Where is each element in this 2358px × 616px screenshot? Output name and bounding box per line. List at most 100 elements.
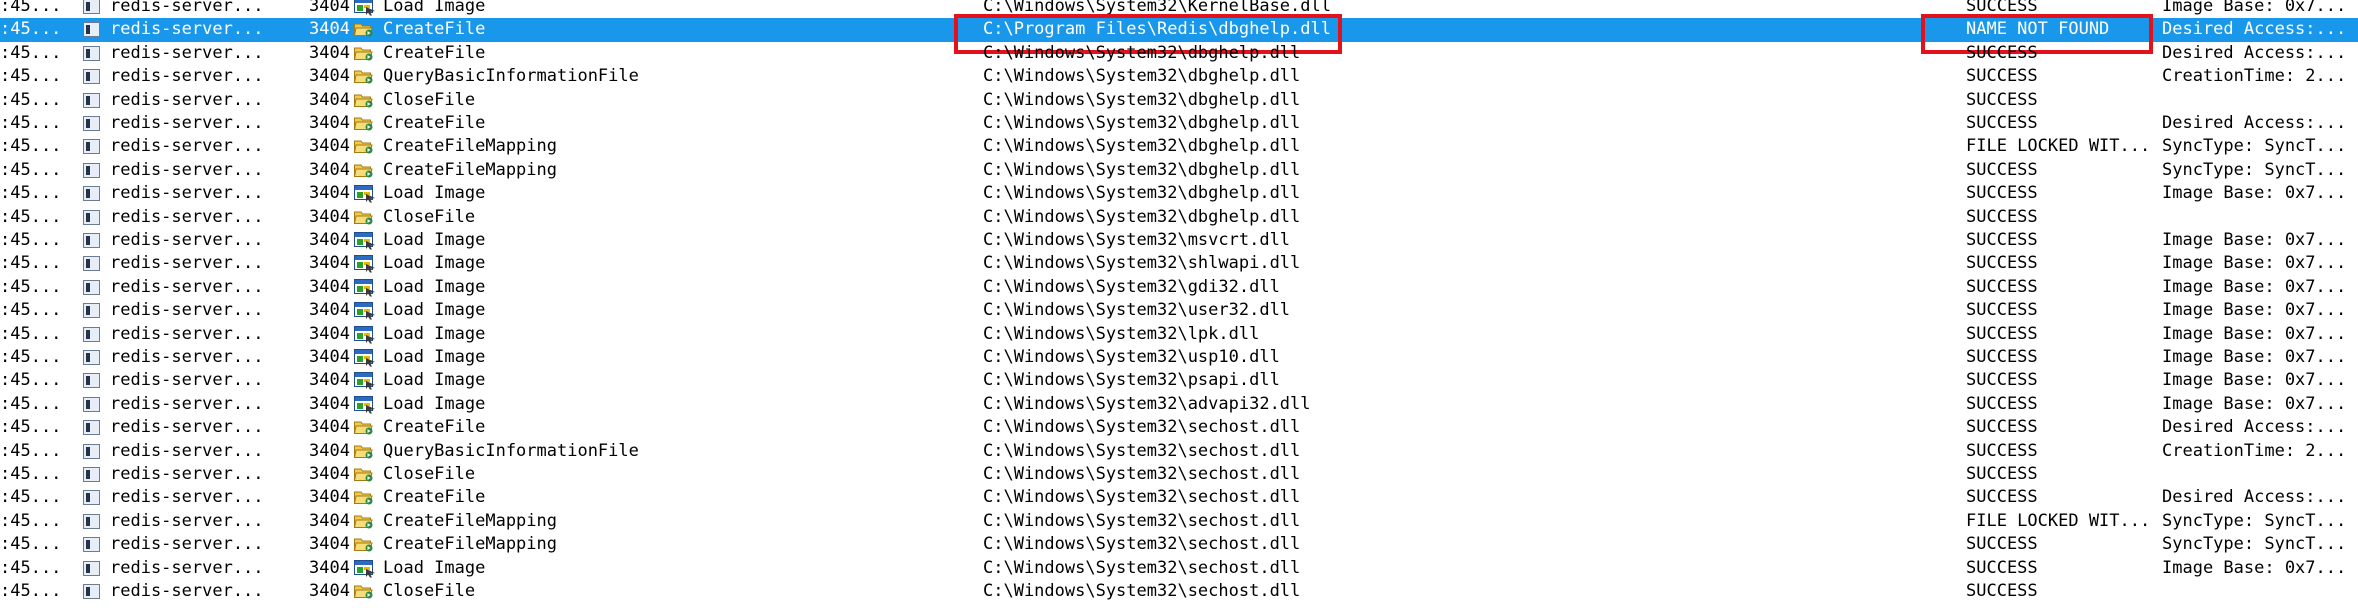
table-row[interactable]: :45... redis-server... 3404 Load Image C:\Wi… <box>0 346 2358 369</box>
process-icon <box>80 112 106 135</box>
pid-cell: 3404 <box>309 557 350 578</box>
pid-cell: 3404 <box>309 487 350 508</box>
file-system-icon <box>352 440 378 463</box>
process-icon <box>80 393 106 416</box>
process-name-cell: redis-server... <box>110 347 264 367</box>
path-cell: C:\Windows\System32\usp10.dll <box>983 347 1280 367</box>
table-row[interactable]: :45... redis-server... 3404 Load Image C:\Wi… <box>0 229 2358 252</box>
event-list[interactable]: :45... redis-server... 3404 Load Image C:\Wi… <box>0 0 2358 616</box>
process-icon <box>80 369 106 392</box>
detail-cell <box>2162 463 2358 486</box>
process-name-cell: redis-server... <box>110 534 264 555</box>
path-cell: C:\Windows\System32\sechost.dll <box>983 417 1301 438</box>
path-cell: C:\Windows\System32\psapi.dll <box>983 370 1280 391</box>
load-image-icon <box>352 323 378 346</box>
load-image-icon <box>352 393 378 416</box>
load-image-icon <box>352 0 378 18</box>
path-cell: C:\Windows\System32\dbghelp.dll <box>983 113 1301 133</box>
file-system-icon <box>352 112 378 135</box>
result-cell: SUCCESS <box>1966 0 2038 16</box>
file-system-icon <box>352 580 378 603</box>
path-cell: C:\Windows\System32\sechost.dll <box>983 510 1301 531</box>
table-row[interactable]: :45... redis-server... 3404 Load Image C:\Wi… <box>0 252 2358 275</box>
table-row[interactable]: :45... redis-server... 3404 CreateFileMappi… <box>0 510 2358 533</box>
process-icon <box>80 206 106 229</box>
result-cell: SUCCESS <box>1966 42 2038 63</box>
table-row[interactable]: :45... redis-server... 3404 Load Image C:\Wi… <box>0 557 2358 580</box>
time-cell: :45... <box>0 300 62 321</box>
detail-cell: Image Base: 0x7... <box>2162 0 2347 16</box>
table-row[interactable]: :45... redis-server... 3404 Load Image C:\Wi… <box>0 276 2358 299</box>
table-row-selected[interactable]: :45... redis-server... 3404 CreateFile C:\Pr… <box>0 18 2358 42</box>
path-cell: C:\Windows\System32\msvcrt.dll <box>983 230 1291 250</box>
time-cell: :45... <box>0 323 62 344</box>
operation-cell: CloseFile <box>383 464 476 484</box>
pid-cell: 3404 <box>309 370 350 391</box>
time-cell: :45... <box>0 183 62 204</box>
operation-cell: QueryBasicInformationFile <box>383 66 639 87</box>
result-cell: SUCCESS <box>1966 113 2038 133</box>
table-row[interactable]: :45... redis-server... 3404 CreateFileMappi… <box>0 159 2358 182</box>
table-row[interactable]: :45... redis-server... 3404 CreateFileMappi… <box>0 533 2358 556</box>
table-row[interactable]: :45... redis-server... 3404 CloseFile C:\Win… <box>0 89 2358 112</box>
path-cell: C:\Windows\System32\dbghelp.dll <box>983 42 1301 63</box>
table-row[interactable]: :45... redis-server... 3404 Load Image C:\Wi… <box>0 393 2358 416</box>
detail-cell: Image Base: 0x7... <box>2162 253 2347 274</box>
table-row[interactable]: :45... redis-server... 3404 CreateFile C:\Wi… <box>0 42 2358 65</box>
operation-cell: Load Image <box>383 253 486 274</box>
path-cell: C:\Windows\System32\sechost.dll <box>983 440 1301 461</box>
detail-cell: CreationTime: 2... <box>2162 440 2347 461</box>
process-icon <box>80 463 106 486</box>
load-image-icon <box>352 182 378 205</box>
path-cell: C:\Windows\System32\dbghelp.dll <box>983 136 1301 157</box>
pid-cell: 3404 <box>309 347 350 367</box>
process-name-cell: redis-server... <box>110 300 264 321</box>
result-cell: SUCCESS <box>1966 300 2038 321</box>
process-name-cell: redis-server... <box>110 510 264 531</box>
table-row[interactable]: :45... redis-server... 3404 Load Image C:\Wi… <box>0 369 2358 392</box>
detail-cell: Image Base: 0x7... <box>2162 276 2347 297</box>
table-row[interactable]: :45... redis-server... 3404 QueryBasicInfor… <box>0 65 2358 88</box>
table-row[interactable]: :45... redis-server... 3404 QueryBasicInfor… <box>0 440 2358 463</box>
path-cell: C:\Windows\System32\sechost.dll <box>983 557 1301 578</box>
result-cell: SUCCESS <box>1966 253 2038 274</box>
process-name-cell: redis-server... <box>110 136 264 157</box>
pid-cell: 3404 <box>309 183 350 204</box>
result-cell: SUCCESS <box>1966 370 2038 391</box>
result-cell: SUCCESS <box>1966 581 2038 601</box>
table-row[interactable]: :45... redis-server... 3404 Load Image C:\Wi… <box>0 182 2358 205</box>
operation-cell: Load Image <box>383 230 486 250</box>
table-row[interactable]: :45... redis-server... 3404 CloseFile C:\Win… <box>0 206 2358 229</box>
table-row[interactable]: :45... redis-server... 3404 Load Image C:\Wi… <box>0 299 2358 322</box>
table-row[interactable]: :45... redis-server... 3404 Load Image C:\Wi… <box>0 0 2358 18</box>
result-cell: SUCCESS <box>1966 323 2038 344</box>
load-image-icon <box>352 299 378 322</box>
process-name-cell: redis-server... <box>110 487 264 508</box>
path-cell: C:\Program Files\Redis\dbghelp.dll <box>983 19 1331 40</box>
detail-cell: SyncType: SyncT... <box>2162 136 2347 157</box>
time-cell: :45... <box>0 393 62 414</box>
table-row[interactable]: :45... redis-server... 3404 Load Image C:\Wi… <box>0 323 2358 346</box>
pid-cell: 3404 <box>309 113 350 133</box>
result-cell: SUCCESS <box>1966 534 2038 555</box>
table-row[interactable]: :45... redis-server... 3404 CreateFile C:\Wi… <box>0 486 2358 509</box>
path-cell: C:\Windows\System32\dbghelp.dll <box>983 89 1301 110</box>
load-image-icon <box>352 557 378 580</box>
table-row[interactable]: :45... redis-server... 3404 CloseFile C:\Win… <box>0 580 2358 603</box>
pid-cell: 3404 <box>309 393 350 414</box>
table-row[interactable]: :45... redis-server... 3404 CreateFile C:\Wi… <box>0 112 2358 135</box>
pid-cell: 3404 <box>309 19 350 40</box>
process-name-cell: redis-server... <box>110 0 264 16</box>
path-cell: C:\Windows\System32\dbghelp.dll <box>983 159 1301 180</box>
table-row[interactable]: :45... redis-server... 3404 CreateFileMappi… <box>0 135 2358 158</box>
detail-cell <box>2162 89 2358 112</box>
process-icon <box>80 135 106 158</box>
process-icon <box>80 229 106 252</box>
pid-cell: 3404 <box>309 417 350 438</box>
operation-cell: Load Image <box>383 393 486 414</box>
table-row[interactable]: :45... redis-server... 3404 CreateFile C:\Wi… <box>0 416 2358 439</box>
process-icon <box>80 533 106 556</box>
table-row[interactable]: :45... redis-server... 3404 CloseFile C:\Win… <box>0 463 2358 486</box>
result-cell: SUCCESS <box>1966 66 2038 87</box>
load-image-icon <box>352 369 378 392</box>
